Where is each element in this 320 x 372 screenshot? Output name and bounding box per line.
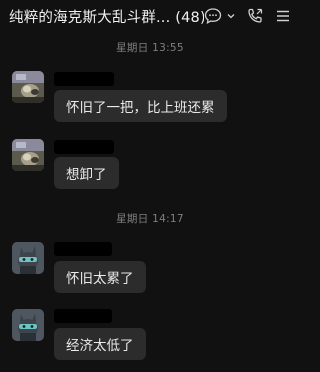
chevron-down-icon[interactable] [226, 7, 236, 25]
sender-name-redacted [54, 140, 114, 154]
message-timestamp: 星期日 14:17 [116, 213, 184, 225]
chat-bubble-icon[interactable] [204, 7, 226, 25]
sender-avatar[interactable] [12, 309, 44, 341]
group-title: 纯粹的海克斯大乱斗群... (48) [9, 9, 204, 26]
message-bubble[interactable]: 怀旧了一把，比上班还累 [54, 90, 227, 122]
header-actions [204, 7, 292, 25]
phone-icon[interactable] [246, 7, 264, 25]
sender-avatar[interactable] [12, 139, 44, 171]
message-bubble[interactable]: 怀旧太累了 [54, 261, 146, 293]
sender-name-redacted [54, 309, 112, 323]
chat-window: 纯粹的海克斯大乱斗群... (48) 星期日 13:55 怀旧了一把，比上班还累… [0, 0, 300, 372]
message-bubble[interactable]: 经济太低了 [54, 328, 146, 360]
sender-name-redacted [54, 242, 112, 256]
message-timestamp: 星期日 13:55 [116, 42, 184, 54]
menu-icon[interactable] [274, 7, 292, 25]
chat-header: 纯粹的海克斯大乱斗群... (48) [0, 0, 300, 32]
message-bubble[interactable]: 想卸了 [54, 157, 119, 189]
sender-avatar[interactable] [12, 71, 44, 103]
sender-avatar[interactable] [12, 242, 44, 274]
sender-name-redacted [54, 72, 114, 86]
